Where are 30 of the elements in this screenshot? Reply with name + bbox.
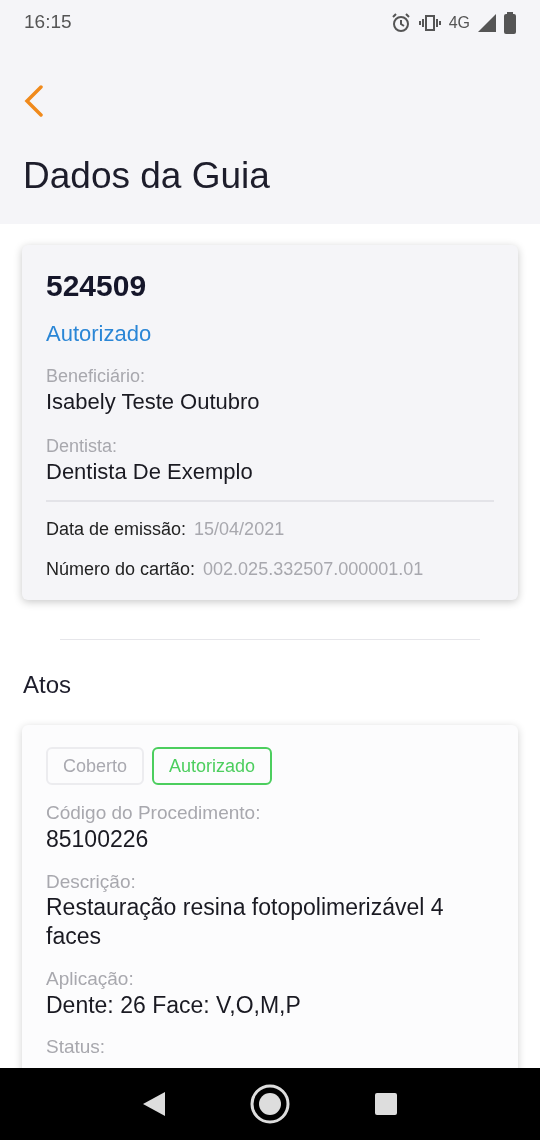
field-value: 85100226 [46,824,150,854]
page-title: Dados da Guia [23,157,271,194]
field-label: Dentista: [46,435,119,458]
nav-back-icon[interactable] [142,1092,165,1116]
field-label: Beneficiário: [46,365,147,388]
detail-label: Data de emissão: [46,520,187,538]
alarm-icon [390,12,411,33]
network-label: 4G [448,12,470,33]
guide-status: Autorizado [46,323,153,345]
field-value: Isabely Teste Outubro [46,387,261,415]
nav-recents-icon[interactable] [375,1093,398,1115]
status-tag: Autorizado [152,747,273,785]
nav-home-icon[interactable] [250,1084,290,1124]
detail-value: 15/04/2021 [194,520,285,538]
battery-icon [504,11,516,34]
vibrate-icon [418,13,441,32]
guide-number: 524509 [46,271,148,301]
status-time: 16:15 [24,10,72,35]
field-label: Aplicação: [46,966,135,991]
section-title: Atos [23,673,73,697]
signal-icon [478,13,496,32]
field-label: Descrição: [46,869,137,894]
field-label: Código do Procedimento: [46,801,262,825]
detail-label: Número do cartão: [46,560,196,578]
field-value: Dentista De Exemplo [46,457,254,485]
field-label: Status: [46,1035,107,1059]
field-value: Dente: 26 Face: V,O,M,P [46,990,302,1020]
field-value: Restauração resina fotopolimerizável 4 faces [46,893,445,951]
detail-value: 002.025.332507.000001.01 [203,560,424,578]
status-tag: Coberto [46,747,145,785]
